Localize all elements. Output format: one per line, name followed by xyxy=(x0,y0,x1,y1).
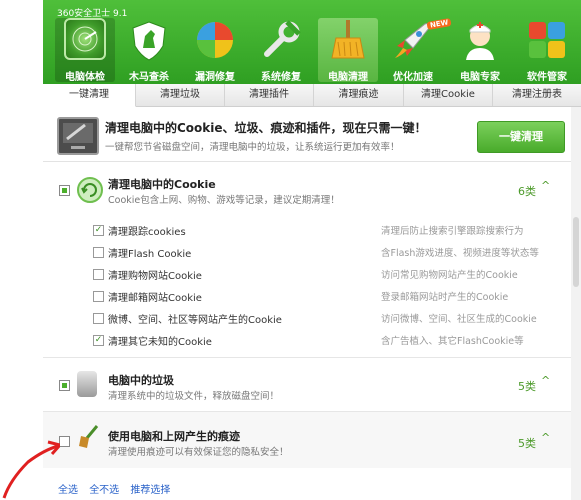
item-label: 清理跟踪cookies xyxy=(108,227,186,238)
checkbox-unchecked[interactable] xyxy=(93,291,104,302)
section-traces-checkbox[interactable] xyxy=(59,436,70,447)
section-junk-desc: 清理系统中的垃圾文件，释放磁盘空间！ xyxy=(108,391,280,402)
tab-one-click-clean[interactable]: 一键清理 xyxy=(43,84,136,107)
section-traces: 使用电脑和上网产生的痕迹 清理使用痕迹可以有效保证您的隐私安全！ 5类 ^ xyxy=(43,412,571,468)
radar-icon xyxy=(64,18,106,60)
section-cookie-title: 清理电脑中的Cookie xyxy=(108,178,216,191)
tool-label: 电脑清理 xyxy=(328,72,368,83)
section-junk-checkbox[interactable] xyxy=(59,380,70,391)
tool-label: 系统修复 xyxy=(261,72,301,83)
broom-icon xyxy=(326,18,370,62)
section-junk-count: 5类 xyxy=(518,380,536,393)
item-desc: 清理后防止搜索引擎跟踪搜索行为 xyxy=(381,226,524,237)
tool-label: 软件管家 xyxy=(527,72,567,83)
cookie-refresh-icon xyxy=(77,177,103,203)
main-panel: 清理电脑中的Cookie、垃圾、痕迹和插件，现在只需一键！ 一键帮您节省磁盘空间… xyxy=(43,107,571,500)
item-label: 微博、空间、社区等网站产生的Cookie xyxy=(108,315,282,326)
tab-clean-traces[interactable]: 清理痕迹 xyxy=(314,84,404,106)
tool-label: 漏洞修复 xyxy=(195,72,235,83)
section-traces-desc: 清理使用痕迹可以有效保证您的隐私安全！ xyxy=(108,447,289,458)
divider xyxy=(43,357,571,358)
tool-system-repair[interactable]: 系统修复 xyxy=(251,18,311,83)
tab-clean-junk[interactable]: 清理垃圾 xyxy=(136,84,225,106)
scrollbar-thumb[interactable] xyxy=(573,217,579,287)
apps-icon xyxy=(525,18,569,62)
tab-clean-cookie[interactable]: 清理Cookie xyxy=(404,84,493,106)
item-label: 清理购物网站Cookie xyxy=(108,271,202,282)
recommended-select-link[interactable]: 推荐选择 xyxy=(130,485,170,496)
item-label: 清理其它未知的Cookie xyxy=(108,337,212,348)
item-desc: 访问微博、空间、社区生成的Cookie xyxy=(381,314,537,325)
section-cookie-desc: Cookie包含上网、购物、游戏等记录，建议定期清理！ xyxy=(108,195,340,206)
item-desc: 访问常见购物网站产生的Cookie xyxy=(381,270,518,281)
wrench-icon xyxy=(259,18,303,62)
tool-pc-expert[interactable]: 电脑专家 xyxy=(450,18,510,83)
chevron-up-icon[interactable]: ^ xyxy=(541,179,550,192)
checkbox-unchecked[interactable] xyxy=(93,247,104,258)
item-label: 清理Flash Cookie xyxy=(108,249,192,260)
checkbox-checked[interactable]: ✓ xyxy=(93,225,104,236)
horse-shield-icon xyxy=(127,18,171,62)
patch-icon xyxy=(193,18,237,62)
one-click-clean-button[interactable]: 一键清理 xyxy=(477,121,565,153)
item-desc: 含Flash游戏进度、视频进度等状态等 xyxy=(381,248,539,259)
item-desc: 登录邮箱网站时产生的Cookie xyxy=(381,292,509,303)
section-junk-title: 电脑中的垃圾 xyxy=(108,374,174,387)
section-traces-count: 5类 xyxy=(518,437,536,450)
checkbox-unchecked[interactable] xyxy=(93,313,104,324)
vertical-scrollbar[interactable] xyxy=(571,107,581,500)
chevron-up-icon[interactable]: ^ xyxy=(541,431,550,444)
tool-pc-checkup[interactable]: 电脑体检 xyxy=(55,18,115,83)
tool-pc-cleanup[interactable]: 电脑清理 xyxy=(318,18,378,83)
chevron-up-icon[interactable]: ^ xyxy=(541,374,550,387)
select-all-link[interactable]: 全选 xyxy=(58,485,78,496)
tab-clean-plugins[interactable]: 清理插件 xyxy=(225,84,314,106)
broom-icon xyxy=(77,424,101,450)
cleanup-tabs: 一键清理 清理垃圾 清理插件 清理痕迹 清理Cookie 清理注册表 xyxy=(43,84,581,107)
section-traces-title: 使用电脑和上网产生的痕迹 xyxy=(108,430,240,443)
checkbox-checked[interactable]: ✓ xyxy=(93,335,104,346)
doctor-icon xyxy=(458,18,502,62)
monitor-icon xyxy=(57,117,99,155)
tab-clean-registry[interactable]: 清理注册表 xyxy=(493,84,581,106)
selection-links: 全选 全不选 推荐选择 xyxy=(58,481,178,496)
trash-bin-icon xyxy=(77,371,97,397)
tool-label: 电脑体检 xyxy=(65,72,105,83)
tool-label: 优化加速 xyxy=(393,72,433,83)
item-desc: 含广告植入、其它FlashCookie等 xyxy=(381,336,524,347)
banner-title: 清理电脑中的Cookie、垃圾、痕迹和插件，现在只需一键！ xyxy=(105,121,427,135)
tool-trojan-scan[interactable]: 木马查杀 xyxy=(119,18,179,83)
section-cookie-checkbox[interactable] xyxy=(59,185,70,196)
red-arrow-annotation xyxy=(2,440,60,499)
tool-vulnerability-fix[interactable]: 漏洞修复 xyxy=(185,18,245,83)
tool-software-manager[interactable]: 软件管家 xyxy=(517,18,577,83)
checkbox-unchecked[interactable] xyxy=(93,269,104,280)
tool-label: 木马查杀 xyxy=(129,72,169,83)
one-click-banner: 清理电脑中的Cookie、垃圾、痕迹和插件，现在只需一键！ 一键帮您节省磁盘空间… xyxy=(43,107,571,162)
section-junk: 电脑中的垃圾 清理系统中的垃圾文件，释放磁盘空间！ 5类 ^ xyxy=(43,365,571,409)
select-none-link[interactable]: 全不选 xyxy=(89,485,119,496)
banner-subtitle: 一键帮您节省磁盘空间，清理电脑中的垃圾，让系统运行更加有效率！ xyxy=(105,142,400,153)
section-cookie-count: 6类 xyxy=(518,185,536,198)
top-toolbar: 360安全卫士 9.1 电脑体检 木马查杀 漏洞修复 系统修复 电脑清理 优化加… xyxy=(43,0,581,84)
tool-label: 电脑专家 xyxy=(460,72,500,83)
item-label: 清理邮箱网站Cookie xyxy=(108,293,202,304)
